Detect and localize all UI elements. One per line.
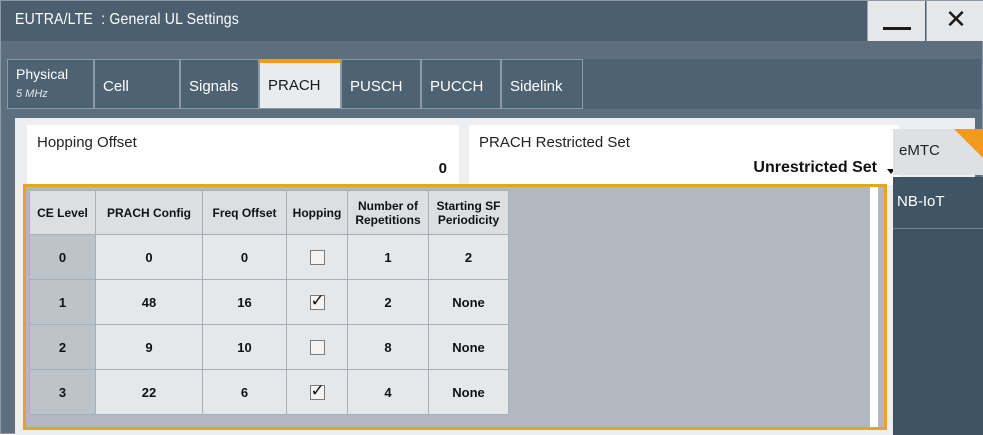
cell-freq-offset[interactable]: 16 bbox=[202, 279, 287, 325]
table-row: 3 22 6 4 None bbox=[29, 369, 509, 415]
cell-repetitions[interactable]: 1 bbox=[347, 234, 429, 280]
tab-physical[interactable]: Physical 5 MHz bbox=[7, 59, 94, 109]
side-tab-label: eMTC bbox=[899, 142, 940, 159]
header-line: Repetitions bbox=[355, 212, 421, 227]
cell-periodicity[interactable]: None bbox=[428, 369, 509, 415]
cell-freq-offset[interactable]: 6 bbox=[202, 369, 287, 415]
cell-hopping bbox=[286, 279, 348, 325]
cell-repetitions[interactable]: 2 bbox=[347, 279, 429, 325]
header-line: Number of bbox=[358, 198, 418, 213]
cell-prach-config[interactable]: 0 bbox=[95, 234, 203, 280]
table-header-row: CE Level PRACH Config Freq Offset Hoppin… bbox=[29, 190, 509, 235]
hopping-offset-value: 0 bbox=[438, 160, 447, 177]
cell-prach-config[interactable]: 22 bbox=[95, 369, 203, 415]
col-header-periodicity: Starting SF Periodicity bbox=[428, 190, 509, 235]
hopping-checkbox[interactable] bbox=[309, 291, 325, 311]
cell-hopping bbox=[286, 234, 348, 280]
tab-label: Signals bbox=[189, 78, 239, 95]
cell-repetitions[interactable]: 4 bbox=[347, 369, 429, 415]
tab-label: PUCCH bbox=[430, 78, 484, 95]
cell-periodicity[interactable]: None bbox=[428, 324, 509, 370]
cell-periodicity[interactable]: None bbox=[428, 279, 509, 325]
tab-label: PUSCH bbox=[350, 78, 403, 95]
side-tab-nbiot[interactable]: NB-IoT bbox=[893, 177, 983, 229]
cell-freq-offset[interactable]: 10 bbox=[202, 324, 287, 370]
col-header-hopping: Hopping bbox=[286, 190, 348, 235]
prach-restricted-set-label: PRACH Restricted Set bbox=[479, 134, 630, 151]
cell-repetitions[interactable]: 8 bbox=[347, 324, 429, 370]
table-row: 0 0 0 1 2 bbox=[29, 234, 509, 280]
minimize-button[interactable] bbox=[867, 1, 925, 41]
tab-label: Physical bbox=[16, 66, 69, 82]
ce-level-table-container: CE Level PRACH Config Freq Offset Hoppin… bbox=[23, 184, 887, 430]
tab-sidelink[interactable]: Sidelink bbox=[501, 59, 583, 109]
hopping-checkbox[interactable] bbox=[309, 340, 325, 356]
window: EUTRA/LTE : General UL Settings ✕ Physic… bbox=[0, 0, 983, 435]
hopping-offset-field[interactable]: Hopping Offset 0 bbox=[27, 125, 459, 185]
cell-ce-level: 2 bbox=[29, 324, 96, 370]
hopping-checkbox[interactable] bbox=[309, 250, 325, 266]
cell-hopping bbox=[286, 324, 348, 370]
close-button[interactable]: ✕ bbox=[926, 1, 983, 41]
table-row: 1 48 16 2 None bbox=[29, 279, 509, 325]
tab-label: PRACH bbox=[268, 77, 321, 94]
table-scrollbar[interactable] bbox=[870, 187, 878, 427]
cell-periodicity[interactable]: 2 bbox=[428, 234, 509, 280]
tab-label: Sidelink bbox=[510, 78, 563, 95]
ce-level-table: CE Level PRACH Config Freq Offset Hoppin… bbox=[29, 190, 509, 415]
cell-ce-level: 0 bbox=[29, 234, 96, 280]
side-panel-background bbox=[893, 229, 983, 435]
tab-signals[interactable]: Signals bbox=[180, 59, 259, 109]
hopping-offset-label: Hopping Offset bbox=[37, 134, 137, 151]
table-row: 2 9 10 8 None bbox=[29, 324, 509, 370]
cell-prach-config[interactable]: 48 bbox=[95, 279, 203, 325]
tab-strip: Physical 5 MHz Cell Signals PRACH PUSCH … bbox=[7, 59, 981, 109]
col-header-freq-offset: Freq Offset bbox=[202, 190, 287, 235]
tab-cell[interactable]: Cell bbox=[94, 59, 180, 109]
cell-ce-level: 1 bbox=[29, 279, 96, 325]
window-title: EUTRA/LTE : General UL Settings bbox=[15, 11, 239, 28]
prach-restricted-set-value: Unrestricted Set bbox=[753, 159, 877, 176]
tab-pusch[interactable]: PUSCH bbox=[341, 59, 421, 109]
title-bar: EUTRA/LTE : General UL Settings ✕ bbox=[1, 1, 983, 41]
tab-sublabel: 5 MHz bbox=[16, 88, 48, 100]
cell-prach-config[interactable]: 9 bbox=[95, 324, 203, 370]
cell-freq-offset[interactable]: 0 bbox=[202, 234, 287, 280]
col-header-prach-config: PRACH Config bbox=[95, 190, 203, 235]
cell-hopping bbox=[286, 369, 348, 415]
prach-restricted-set-dropdown[interactable]: PRACH Restricted Set Unrestricted Set bbox=[469, 125, 899, 185]
col-header-ce-level: CE Level bbox=[29, 190, 96, 235]
header-line: Periodicity bbox=[437, 212, 500, 227]
cell-ce-level: 3 bbox=[29, 369, 96, 415]
close-icon: ✕ bbox=[945, 5, 967, 35]
active-corner-icon bbox=[954, 129, 983, 159]
col-header-repetitions: Number of Repetitions bbox=[347, 190, 429, 235]
tab-prach[interactable]: PRACH bbox=[259, 59, 341, 109]
minimize-icon bbox=[883, 27, 911, 30]
side-tab-label: NB-IoT bbox=[897, 193, 945, 210]
tab-pucch[interactable]: PUCCH bbox=[421, 59, 501, 109]
tab-label: Cell bbox=[103, 78, 129, 95]
hopping-checkbox[interactable] bbox=[309, 381, 325, 401]
side-tab-emtc[interactable]: eMTC bbox=[893, 129, 983, 175]
header-line: Starting SF bbox=[436, 198, 501, 213]
